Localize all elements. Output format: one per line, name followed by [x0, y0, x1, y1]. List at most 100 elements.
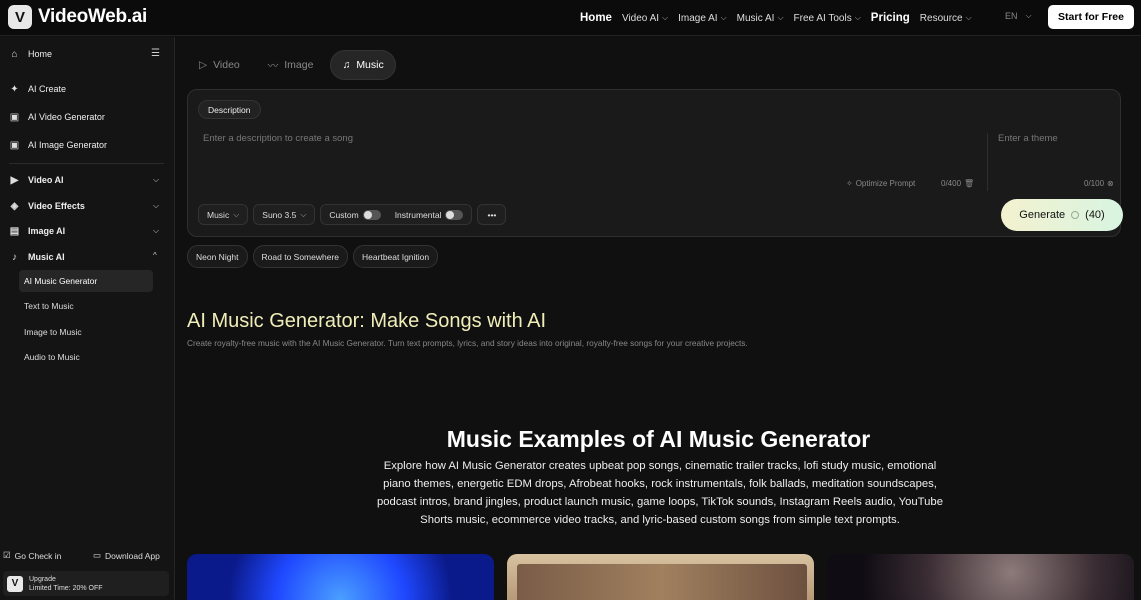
- nav-music-ai-label: Music AI: [736, 12, 775, 24]
- description-label[interactable]: Description: [198, 100, 261, 119]
- suggestion-chip[interactable]: Road to Somewhere: [252, 245, 349, 268]
- model-version-select[interactable]: Suno 3.5 ⌵: [253, 204, 316, 225]
- sidebar: ⌂ Home ☰ ✦ AI Create ▣ AI Video Generato…: [0, 37, 175, 600]
- mode-tabs: ▷ Video 〰 Image ♫ Music: [188, 50, 396, 80]
- suggestion-chip[interactable]: Neon Night: [187, 245, 248, 268]
- sidebar-item-label: AI Video Generator: [28, 112, 105, 122]
- image-trend-icon: 〰: [267, 59, 279, 72]
- example-card-vintage[interactable]: [507, 554, 814, 600]
- tab-label: Video: [213, 59, 240, 71]
- language-selector[interactable]: EN ⌵: [1005, 11, 1032, 21]
- sidebar-item-ai-video-generator[interactable]: ▣ AI Video Generator: [9, 109, 105, 125]
- generation-controls: Music ⌵ Suno 3.5 ⌵ Custom Instrumental •…: [198, 204, 507, 225]
- sidebar-subitem-text-to-music[interactable]: Text to Music: [19, 295, 153, 317]
- nav-pricing[interactable]: Pricing: [871, 12, 910, 24]
- nav-free-ai-tools[interactable]: Free AI Tools ⌵: [794, 13, 861, 24]
- brand-name: VideoWeb.ai: [38, 6, 147, 27]
- description-input[interactable]: Enter a description to create a song: [203, 133, 353, 144]
- suggestion-chip[interactable]: Heartbeat Ignition: [353, 245, 439, 268]
- top-navigation-bar: V VideoWeb.ai Home Video AI ⌵ Image AI ⌵ M…: [0, 0, 1141, 36]
- description-counter: 0/400 🗑: [941, 179, 974, 188]
- example-card-space[interactable]: [827, 554, 1134, 600]
- sidebar-item-image-ai[interactable]: ▤ Image AI: [9, 223, 65, 239]
- nav-video-ai[interactable]: Video AI ⌵: [622, 13, 668, 24]
- nav-video-ai-label: Video AI: [621, 12, 660, 24]
- sidebar-item-label: Video Effects: [28, 201, 85, 211]
- play-icon: ▷: [199, 59, 208, 71]
- custom-instrumental-group: Custom Instrumental: [320, 204, 473, 225]
- examples-description: Explore how AI Music Generator creates u…: [376, 460, 943, 526]
- description-count: 0/400: [941, 179, 962, 188]
- upgrade-banner[interactable]: V Upgrade Limited Time: 20% OFF: [3, 571, 169, 596]
- divider: [987, 133, 988, 191]
- sidebar-item-label: Music AI: [28, 252, 65, 262]
- language-label: EN: [1005, 11, 1018, 21]
- image-icon: ▤: [9, 225, 20, 237]
- upgrade-text: Upgrade Limited Time: 20% OFF: [29, 575, 103, 593]
- sidebar-subitem-image-to-music[interactable]: Image to Music: [19, 321, 153, 343]
- music-type-select[interactable]: Music ⌵: [198, 204, 249, 225]
- upgrade-label: Upgrade: [29, 575, 56, 583]
- image-gallery-icon: ▣: [9, 139, 20, 151]
- sidebar-subitem-audio-to-music[interactable]: Audio to Music: [19, 346, 153, 368]
- optimize-prompt-button[interactable]: ✧ Optimize Prompt: [846, 179, 915, 188]
- tab-music[interactable]: ♫ Music: [330, 50, 396, 80]
- download-app-button[interactable]: ▭ Download App: [93, 550, 160, 561]
- sidebar-item-label: Video AI: [28, 175, 64, 185]
- music-type-value: Music: [207, 209, 230, 220]
- tab-video[interactable]: ▷ Video: [188, 50, 251, 80]
- example-card-blue-music[interactable]: [187, 554, 494, 600]
- start-for-free-button[interactable]: Start for Free: [1048, 5, 1134, 29]
- sidebar-item-music-ai[interactable]: ♪ Music AI: [9, 249, 65, 265]
- logo-mark-icon: V: [8, 5, 32, 29]
- example-card-image: [517, 564, 807, 600]
- nav-image-ai-label: Image AI: [678, 12, 718, 24]
- theme-input[interactable]: Enter a theme: [998, 133, 1058, 144]
- download-app-label: Download App: [105, 550, 160, 561]
- tab-image[interactable]: 〰 Image: [257, 50, 325, 80]
- magic-wand-icon: ✧: [846, 179, 853, 188]
- chevron-down-icon: ⌵: [1025, 11, 1032, 20]
- music-note-icon: ♫: [342, 59, 351, 71]
- nav-music-ai[interactable]: Music AI ⌵: [737, 13, 784, 24]
- brand-logo[interactable]: V VideoWeb.ai: [8, 5, 147, 29]
- chevron-down-icon: ⌵: [153, 226, 160, 235]
- examples-title: Music Examples of AI Music Generator: [446, 426, 871, 452]
- sidebar-item-home[interactable]: ⌂ Home: [9, 46, 52, 62]
- model-version-value: Suno 3.5: [262, 209, 297, 220]
- chevron-down-icon: ⌵: [233, 209, 240, 219]
- sidebar-item-video-ai[interactable]: ▶ Video AI: [9, 172, 64, 188]
- collapse-sidebar-icon[interactable]: ☰: [151, 48, 160, 59]
- instrumental-toggle[interactable]: [445, 209, 464, 220]
- sidebar-item-video-effects[interactable]: ◈ Video Effects: [9, 198, 85, 214]
- chevron-down-icon: ⌵: [777, 13, 784, 22]
- instrumental-label: Instrumental: [394, 209, 442, 220]
- page-title: AI Music Generator: Make Songs with AI: [187, 310, 547, 332]
- chevron-down-icon: ⌵: [662, 13, 669, 22]
- tab-label: Image: [284, 59, 314, 71]
- go-check-in-button[interactable]: ☑ Go Check in: [3, 550, 61, 561]
- clear-icon[interactable]: ⊗: [1107, 179, 1114, 188]
- sidebar-item-ai-image-generator[interactable]: ▣ AI Image Generator: [9, 137, 107, 153]
- chevron-down-icon: ⌵: [720, 13, 727, 22]
- chevron-down-icon: ⌵: [153, 201, 160, 210]
- generate-button[interactable]: Generate (40): [1001, 199, 1123, 231]
- chevron-down-icon: ⌵: [965, 13, 972, 22]
- sidebar-item-label: Home: [28, 49, 53, 59]
- sidebar-subitem-ai-music-generator[interactable]: AI Music Generator: [19, 270, 153, 292]
- nav-image-ai[interactable]: Image AI ⌵: [678, 13, 727, 24]
- chevron-down-icon: ⌵: [300, 209, 307, 219]
- custom-label: Custom: [329, 209, 359, 220]
- chevron-down-icon: ⌵: [854, 13, 861, 22]
- nav-home[interactable]: Home: [580, 12, 612, 24]
- sidebar-item-label: Image AI: [28, 226, 66, 236]
- effects-icon: ◈: [10, 200, 19, 212]
- tab-label: Music: [356, 59, 384, 71]
- custom-toggle[interactable]: [362, 209, 381, 220]
- nav-resource[interactable]: Resource ⌵: [920, 13, 972, 24]
- trash-icon[interactable]: 🗑: [964, 179, 974, 188]
- chevron-up-icon: ^: [153, 251, 157, 260]
- sidebar-item-ai-create[interactable]: ✦ AI Create: [9, 81, 66, 97]
- more-options-button[interactable]: •••: [477, 204, 507, 225]
- main-content: ▷ Video 〰 Image ♫ Music Description Ente…: [176, 37, 1141, 600]
